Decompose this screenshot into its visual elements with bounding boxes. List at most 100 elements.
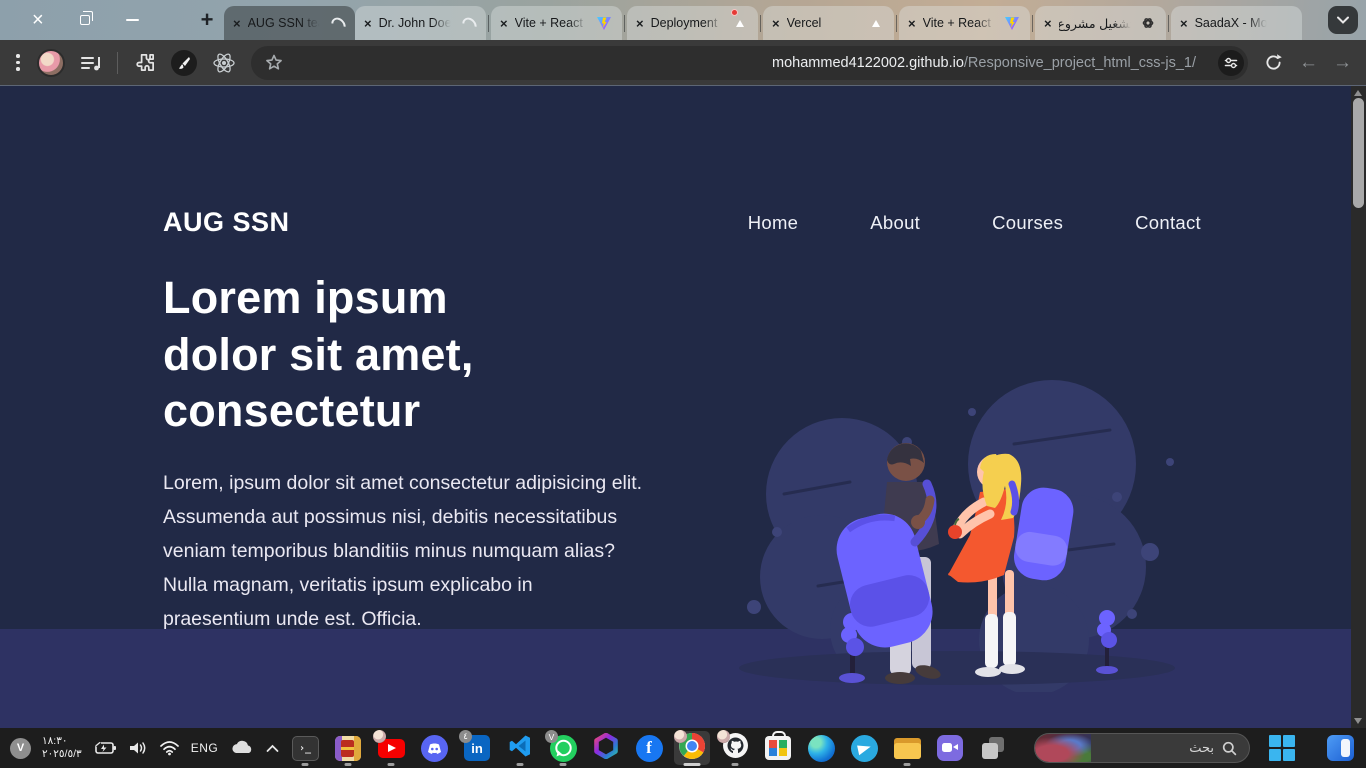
browser-titlebar: × + × AUG SSN tea × Dr. John Doe × Vite … bbox=[0, 0, 1366, 40]
vite-favicon bbox=[1004, 15, 1021, 32]
tab-saadax[interactable]: × SaadaX - Mo bbox=[1171, 6, 1302, 40]
account-badge bbox=[674, 730, 687, 743]
nav-contact[interactable]: Contact bbox=[1135, 212, 1201, 234]
site-logo[interactable]: AUG SSN bbox=[163, 207, 290, 238]
taskbar-vscode[interactable] bbox=[505, 728, 535, 768]
tab-close-icon[interactable]: × bbox=[636, 17, 644, 30]
facebook-icon: f bbox=[636, 735, 663, 762]
search-placeholder: بحث bbox=[1189, 740, 1214, 756]
tab-close-icon[interactable]: × bbox=[233, 17, 241, 30]
wifi-icon[interactable] bbox=[159, 740, 180, 756]
tab-close-icon[interactable]: × bbox=[1044, 17, 1052, 30]
tab-close-icon[interactable]: × bbox=[364, 17, 372, 30]
chevron-up-icon[interactable] bbox=[266, 744, 279, 753]
tab-title: Vercel bbox=[787, 16, 861, 30]
tab-separator bbox=[760, 15, 761, 32]
search-icon bbox=[1222, 741, 1237, 756]
toolbar-divider bbox=[117, 52, 118, 74]
taskbar-chrome[interactable] bbox=[677, 728, 707, 768]
tab-vite-react-1[interactable]: × Vite + React bbox=[491, 6, 622, 40]
taskbar-facebook[interactable]: f bbox=[634, 728, 664, 768]
tab-vite-react-2[interactable]: × Vite + React bbox=[899, 6, 1030, 40]
volume-icon[interactable] bbox=[128, 740, 148, 756]
tab-aug-ssn[interactable]: × AUG SSN tea bbox=[224, 6, 355, 40]
tab-close-icon[interactable]: × bbox=[500, 17, 508, 30]
library-app-icon bbox=[335, 736, 361, 761]
taskbar-youtube[interactable] bbox=[376, 728, 406, 768]
forward-icon[interactable]: → bbox=[1333, 53, 1352, 72]
site-nav: Home About Courses Contact bbox=[748, 212, 1201, 234]
taskbar-linkedin[interactable]: ٤ in bbox=[462, 728, 492, 768]
scroll-down-icon[interactable] bbox=[1354, 718, 1362, 724]
hero-illustration bbox=[722, 372, 1192, 692]
url-host: mohammed4122002.github.io bbox=[772, 55, 964, 71]
taskbar-edge[interactable] bbox=[806, 728, 836, 768]
notification-badge: ٤ bbox=[459, 730, 472, 743]
globe-favicon bbox=[460, 15, 477, 32]
tab-overflow-button[interactable] bbox=[1328, 6, 1358, 34]
url-path: /Responsive_project_html_css-js_1/ bbox=[964, 55, 1196, 71]
tray-app-badge[interactable]: V bbox=[10, 738, 31, 759]
scrollbar-thumb[interactable] bbox=[1353, 98, 1364, 208]
nav-home[interactable]: Home bbox=[748, 212, 799, 234]
tab-close-icon[interactable]: × bbox=[908, 17, 916, 30]
tab-close-icon[interactable]: × bbox=[772, 17, 780, 30]
taskbar-apps: ›_ ٤ in V bbox=[290, 728, 1008, 768]
onedrive-cloud-icon[interactable] bbox=[229, 740, 255, 756]
new-tab-button[interactable]: + bbox=[193, 6, 221, 34]
terminal-icon: ›_ bbox=[292, 736, 319, 761]
scroll-up-icon[interactable] bbox=[1354, 90, 1362, 96]
profile-avatar[interactable] bbox=[37, 49, 65, 77]
search-highlight-image[interactable] bbox=[1035, 734, 1091, 762]
url-text[interactable]: mohammed4122002.github.io/Responsive_pro… bbox=[772, 46, 1196, 80]
window-restore-icon[interactable] bbox=[80, 15, 90, 25]
theme-brush-icon[interactable] bbox=[171, 50, 197, 76]
taskbar-telegram[interactable] bbox=[849, 728, 879, 768]
reload-icon[interactable] bbox=[1263, 52, 1284, 73]
taskbar-snipping-tool[interactable] bbox=[978, 728, 1008, 768]
taskbar-discord[interactable] bbox=[419, 728, 449, 768]
discord-icon bbox=[421, 735, 448, 762]
taskbar-video-call[interactable] bbox=[935, 728, 965, 768]
react-devtools-icon[interactable] bbox=[212, 51, 236, 75]
widgets-button[interactable] bbox=[1327, 735, 1354, 761]
tab-vercel[interactable]: × Vercel bbox=[763, 6, 894, 40]
edge-icon bbox=[808, 735, 835, 762]
taskbar-microsoft365[interactable] bbox=[591, 728, 621, 768]
taskbar-microsoft-store[interactable] bbox=[763, 728, 793, 768]
taskbar-github[interactable] bbox=[720, 728, 750, 768]
taskbar-terminal[interactable]: ›_ bbox=[290, 728, 320, 768]
tab-deployment[interactable]: × Deployment bbox=[627, 6, 758, 40]
language-indicator[interactable]: ENG bbox=[191, 741, 219, 755]
hero-paragraph: Lorem, ipsum dolor sit amet consectetur … bbox=[163, 467, 643, 637]
tab-title: Vite + React bbox=[515, 16, 589, 30]
notification-dot bbox=[731, 9, 738, 16]
back-icon[interactable]: ← bbox=[1299, 53, 1318, 72]
page-scrollbar[interactable] bbox=[1351, 86, 1366, 728]
tab-separator bbox=[624, 15, 625, 32]
nav-about[interactable]: About bbox=[870, 212, 920, 234]
battery-icon[interactable] bbox=[93, 740, 117, 756]
taskbar-file-explorer[interactable] bbox=[892, 728, 922, 768]
tab-arabic-project[interactable]: × تشغيل مشروع bbox=[1035, 6, 1166, 40]
extensions-icon[interactable] bbox=[133, 51, 156, 74]
tab-title: Deployment bbox=[651, 16, 725, 30]
nav-courses[interactable]: Courses bbox=[992, 212, 1063, 234]
window-minimize-icon[interactable] bbox=[126, 19, 139, 21]
start-button[interactable] bbox=[1269, 735, 1295, 761]
taskbar-library-app[interactable] bbox=[333, 728, 363, 768]
taskbar-search[interactable]: بحث bbox=[1034, 733, 1250, 763]
snipping-tool-icon bbox=[980, 735, 1006, 761]
reading-list-icon[interactable] bbox=[80, 53, 102, 73]
tab-dr-john-doe[interactable]: × Dr. John Doe bbox=[355, 6, 486, 40]
tab-close-icon[interactable]: × bbox=[1180, 17, 1188, 30]
site-settings-icon[interactable] bbox=[1218, 50, 1244, 76]
bookmark-star-icon[interactable] bbox=[264, 53, 284, 73]
avatar-favicon bbox=[1276, 15, 1293, 32]
browser-menu-icon[interactable] bbox=[14, 52, 22, 73]
window-close-icon[interactable]: × bbox=[32, 10, 44, 30]
vercel-favicon bbox=[732, 15, 749, 32]
taskbar-clock[interactable]: ١٨:٣٠ ٢٠٢٥/٥/٣ bbox=[42, 735, 82, 761]
taskbar-whatsapp[interactable]: V bbox=[548, 728, 578, 768]
address-bar[interactable]: mohammed4122002.github.io/Responsive_pro… bbox=[251, 46, 1249, 80]
